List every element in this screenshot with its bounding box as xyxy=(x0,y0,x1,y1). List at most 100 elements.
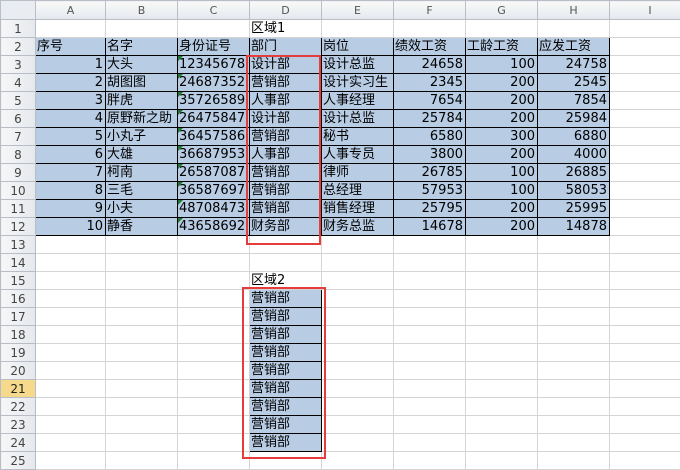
cell-b9[interactable]: 柯南 xyxy=(106,164,178,182)
cell-c3[interactable]: 12345678 xyxy=(178,56,250,74)
cell-c24[interactable] xyxy=(178,434,250,452)
cell-e24[interactable] xyxy=(322,434,394,452)
cell-c17[interactable] xyxy=(178,308,250,326)
cell-d1[interactable]: 区域1 xyxy=(250,20,322,38)
cell-e21[interactable] xyxy=(322,380,394,398)
cell-a13[interactable] xyxy=(36,236,106,254)
cell-f7[interactable]: 6580 xyxy=(394,128,466,146)
cell-g13[interactable] xyxy=(466,236,538,254)
row-header-1[interactable]: 1 xyxy=(1,20,36,38)
cell-d13[interactable] xyxy=(250,236,322,254)
cell-g11[interactable]: 200 xyxy=(466,200,538,218)
column-header-b[interactable]: B xyxy=(106,1,178,20)
cell-a20[interactable] xyxy=(36,362,106,380)
cell-f20[interactable] xyxy=(394,362,466,380)
cell-h17[interactable] xyxy=(538,308,610,326)
cell-f6[interactable]: 25784 xyxy=(394,110,466,128)
cell-i24[interactable] xyxy=(610,434,680,452)
cell-e22[interactable] xyxy=(322,398,394,416)
cell-a4[interactable]: 2 xyxy=(36,74,106,92)
cell-a24[interactable] xyxy=(36,434,106,452)
spreadsheet-grid[interactable]: A B C D E F G H I 1区域12序号名字身份证号部门岗位绩效工资工… xyxy=(0,0,680,470)
cell-i3[interactable] xyxy=(610,56,680,74)
row-header-21[interactable]: 21 xyxy=(1,380,36,398)
row-header-15[interactable]: 15 xyxy=(1,272,36,290)
column-header-c[interactable]: C xyxy=(178,1,250,20)
cell-g10[interactable]: 100 xyxy=(466,182,538,200)
cell-h8[interactable]: 4000 xyxy=(538,146,610,164)
cell-b15[interactable] xyxy=(106,272,178,290)
cell-a1[interactable] xyxy=(36,20,106,38)
cell-f10[interactable]: 57953 xyxy=(394,182,466,200)
cell-i19[interactable] xyxy=(610,344,680,362)
cell-c11[interactable]: 48708473 xyxy=(178,200,250,218)
cell-a5[interactable]: 3 xyxy=(36,92,106,110)
cell-h6[interactable]: 25984 xyxy=(538,110,610,128)
cell-a19[interactable] xyxy=(36,344,106,362)
row-header-6[interactable]: 6 xyxy=(1,110,36,128)
cell-g24[interactable] xyxy=(466,434,538,452)
cell-b21[interactable] xyxy=(106,380,178,398)
cell-c14[interactable] xyxy=(178,254,250,272)
cell-h22[interactable] xyxy=(538,398,610,416)
cell-d9[interactable]: 营销部 xyxy=(250,164,322,182)
cell-g17[interactable] xyxy=(466,308,538,326)
cell-h18[interactable] xyxy=(538,326,610,344)
column-header-i[interactable]: I xyxy=(610,1,680,20)
cell-e18[interactable] xyxy=(322,326,394,344)
cell-b1[interactable] xyxy=(106,20,178,38)
cell-b25[interactable] xyxy=(106,452,178,470)
cell-g21[interactable] xyxy=(466,380,538,398)
cell-g15[interactable] xyxy=(466,272,538,290)
cell-b4[interactable]: 胡图图 xyxy=(106,74,178,92)
row-header-25[interactable]: 25 xyxy=(1,452,36,470)
cell-b20[interactable] xyxy=(106,362,178,380)
cell-a23[interactable] xyxy=(36,416,106,434)
cell-c18[interactable] xyxy=(178,326,250,344)
cell-d20[interactable]: 营销部 xyxy=(250,362,322,380)
cell-i8[interactable] xyxy=(610,146,680,164)
cell-c10[interactable]: 36587697 xyxy=(178,182,250,200)
cell-e9[interactable]: 律师 xyxy=(322,164,394,182)
cell-h4[interactable]: 2545 xyxy=(538,74,610,92)
cell-f25[interactable] xyxy=(394,452,466,470)
cell-e2[interactable]: 岗位 xyxy=(322,38,394,56)
cell-a8[interactable]: 6 xyxy=(36,146,106,164)
cell-g6[interactable]: 200 xyxy=(466,110,538,128)
cell-b18[interactable] xyxy=(106,326,178,344)
row-header-14[interactable]: 14 xyxy=(1,254,36,272)
cell-a2[interactable]: 序号 xyxy=(36,38,106,56)
cell-c16[interactable] xyxy=(178,290,250,308)
cell-e10[interactable]: 总经理 xyxy=(322,182,394,200)
cell-i25[interactable] xyxy=(610,452,680,470)
cell-f11[interactable]: 25795 xyxy=(394,200,466,218)
row-header-9[interactable]: 9 xyxy=(1,164,36,182)
row-header-18[interactable]: 18 xyxy=(1,326,36,344)
cell-e8[interactable]: 人事专员 xyxy=(322,146,394,164)
cell-c4[interactable]: 24687352 xyxy=(178,74,250,92)
cell-d8[interactable]: 人事部 xyxy=(250,146,322,164)
cell-g18[interactable] xyxy=(466,326,538,344)
cell-a6[interactable]: 4 xyxy=(36,110,106,128)
cell-f5[interactable]: 7654 xyxy=(394,92,466,110)
row-header-17[interactable]: 17 xyxy=(1,308,36,326)
cell-d17[interactable]: 营销部 xyxy=(250,308,322,326)
cell-i10[interactable] xyxy=(610,182,680,200)
cell-f19[interactable] xyxy=(394,344,466,362)
cell-b14[interactable] xyxy=(106,254,178,272)
row-header-5[interactable]: 5 xyxy=(1,92,36,110)
cell-b16[interactable] xyxy=(106,290,178,308)
cell-a12[interactable]: 10 xyxy=(36,218,106,236)
cell-a11[interactable]: 9 xyxy=(36,200,106,218)
cell-h2[interactable]: 应发工资 xyxy=(538,38,610,56)
cell-d23[interactable]: 营销部 xyxy=(250,416,322,434)
cell-i13[interactable] xyxy=(610,236,680,254)
cell-f3[interactable]: 24658 xyxy=(394,56,466,74)
cell-b12[interactable]: 静香 xyxy=(106,218,178,236)
column-header-e[interactable]: E xyxy=(322,1,394,20)
cell-i23[interactable] xyxy=(610,416,680,434)
cell-e14[interactable] xyxy=(322,254,394,272)
cell-d3[interactable]: 设计部 xyxy=(250,56,322,74)
cell-a17[interactable] xyxy=(36,308,106,326)
cell-c15[interactable] xyxy=(178,272,250,290)
